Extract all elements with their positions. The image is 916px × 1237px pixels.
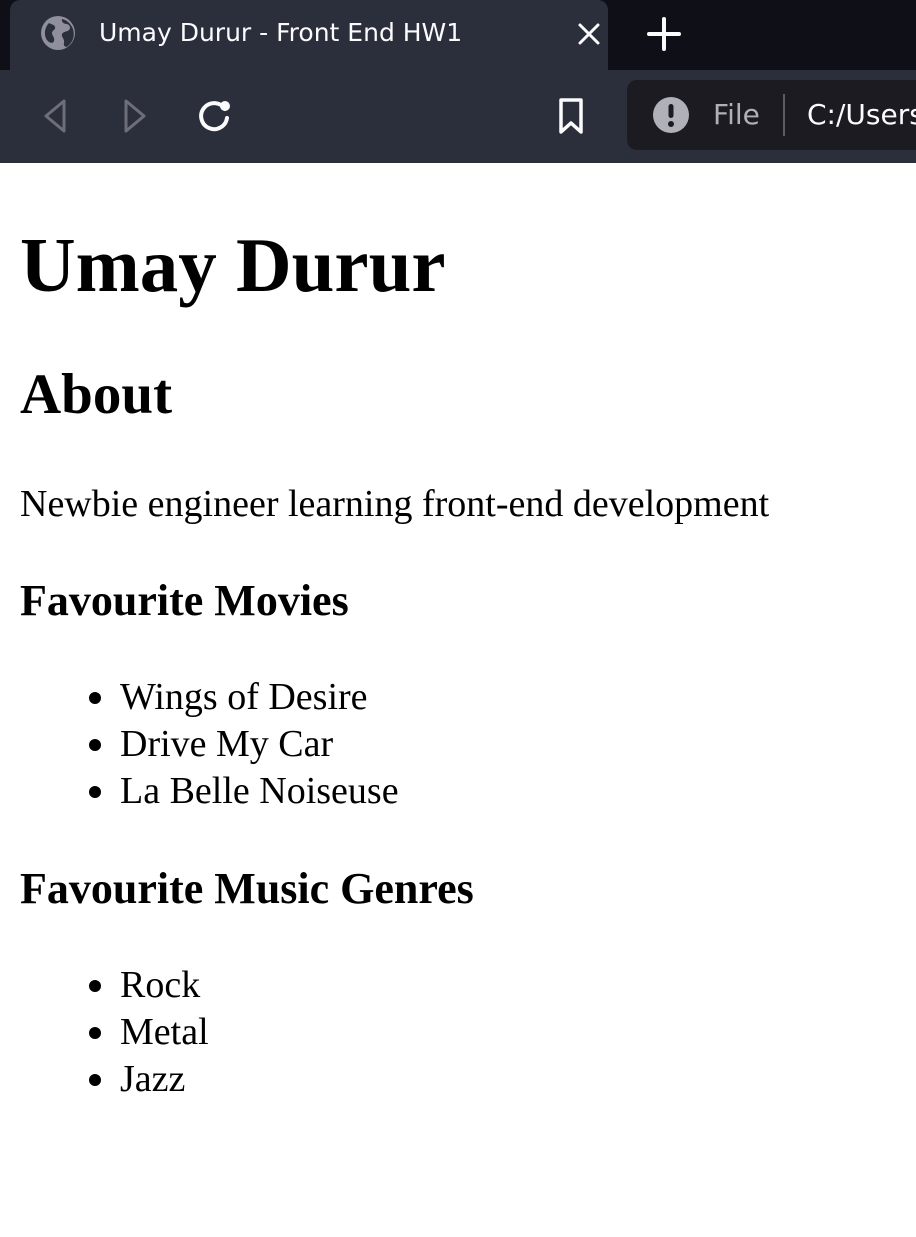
url-separator (783, 94, 785, 136)
movie-title: La Belle Noiseuse (120, 770, 399, 812)
navigation-toolbar: File C:/Users (0, 70, 916, 163)
about-heading: About (20, 363, 173, 426)
movie-title: Wings of Desire (120, 676, 368, 718)
reload-icon[interactable] (192, 94, 236, 138)
bullet-icon (89, 1027, 101, 1039)
url-text[interactable]: C:/Users (807, 96, 916, 134)
movies-heading: Favourite Movies (20, 576, 349, 625)
music-genre: Metal (120, 1011, 209, 1053)
music-heading: Favourite Music Genres (20, 864, 474, 913)
forward-arrow-icon[interactable] (113, 94, 157, 138)
page-title: Umay Durur (20, 222, 446, 308)
tab-title: Umay Durur - Front End HW1 (99, 18, 463, 47)
bullet-icon (89, 739, 101, 751)
warning-icon[interactable] (652, 96, 690, 134)
tab-strip: Umay Durur - Front End HW1 (0, 0, 916, 70)
music-genre: Jazz (120, 1058, 186, 1100)
back-arrow-icon[interactable] (33, 94, 77, 138)
bullet-icon (89, 980, 101, 992)
globe-icon (41, 16, 75, 50)
tab-active[interactable]: Umay Durur - Front End HW1 (10, 0, 608, 70)
browser-window: Umay Durur - Front End HW1 File C:/Users… (0, 0, 916, 1237)
bookmark-icon[interactable] (549, 94, 593, 138)
close-icon[interactable] (573, 18, 605, 50)
bullet-icon (89, 1074, 101, 1086)
bullet-icon (89, 786, 101, 798)
plus-icon[interactable] (644, 14, 684, 54)
url-scheme-label: File (713, 98, 760, 131)
url-bar[interactable]: File C:/Users (627, 80, 916, 150)
music-genre: Rock (120, 964, 201, 1006)
page-content: Umay Durur About Newbie engineer learnin… (0, 163, 916, 1237)
movie-title: Drive My Car (120, 723, 334, 765)
about-text: Newbie engineer learning front-end devel… (20, 483, 770, 525)
bullet-icon (89, 692, 101, 704)
